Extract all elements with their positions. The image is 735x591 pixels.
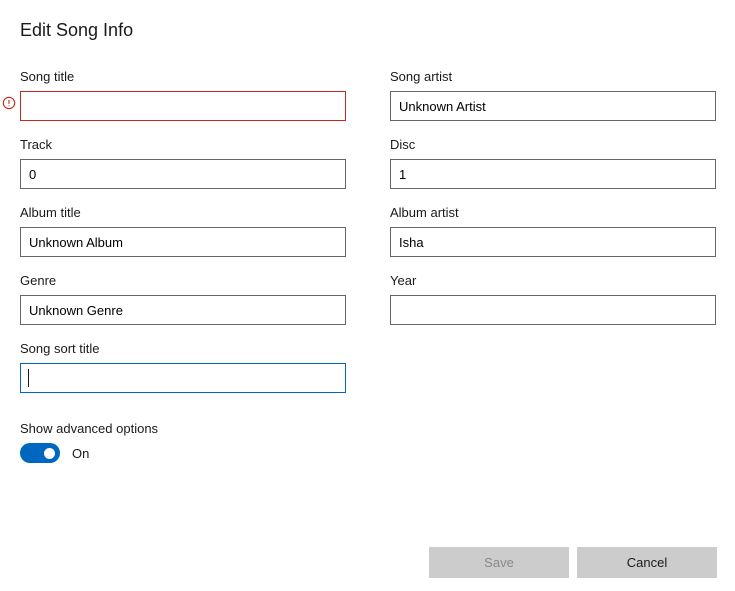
album-artist-input[interactable]	[390, 227, 716, 257]
advanced-options-state: On	[72, 446, 89, 461]
year-label: Year	[390, 273, 716, 288]
dialog-title: Edit Song Info	[20, 20, 715, 41]
track-label: Track	[20, 137, 346, 152]
disc-input[interactable]	[390, 159, 716, 189]
genre-label: Genre	[20, 273, 346, 288]
year-input[interactable]	[390, 295, 716, 325]
genre-input[interactable]	[20, 295, 346, 325]
field-album-title: Album title	[20, 205, 346, 257]
field-disc: Disc	[390, 137, 716, 189]
field-album-artist: Album artist	[390, 205, 716, 257]
save-button[interactable]: Save	[429, 547, 569, 578]
toggle-knob	[44, 448, 55, 459]
track-input[interactable]	[20, 159, 346, 189]
field-song-title: Song title	[20, 69, 346, 121]
album-artist-label: Album artist	[390, 205, 716, 220]
song-artist-label: Song artist	[390, 69, 716, 84]
song-title-label: Song title	[20, 69, 346, 84]
album-title-input[interactable]	[20, 227, 346, 257]
disc-label: Disc	[390, 137, 716, 152]
error-icon	[2, 96, 16, 110]
advanced-options-toggle[interactable]	[20, 443, 60, 463]
cancel-button[interactable]: Cancel	[577, 547, 717, 578]
dialog-button-row: Save Cancel	[429, 547, 717, 578]
album-title-label: Album title	[20, 205, 346, 220]
song-title-input[interactable]	[20, 91, 346, 121]
field-genre: Genre	[20, 273, 346, 325]
song-sort-title-label: Song sort title	[20, 341, 346, 356]
advanced-options-block: Show advanced options On	[20, 421, 715, 463]
field-song-sort-title: Song sort title	[20, 341, 346, 393]
field-year: Year	[390, 273, 716, 325]
form-grid: Song title Song artist Track Disc Album …	[20, 69, 715, 393]
advanced-options-label: Show advanced options	[20, 421, 715, 436]
song-sort-title-input[interactable]	[20, 363, 346, 393]
field-song-artist: Song artist	[390, 69, 716, 121]
field-track: Track	[20, 137, 346, 189]
song-artist-input[interactable]	[390, 91, 716, 121]
